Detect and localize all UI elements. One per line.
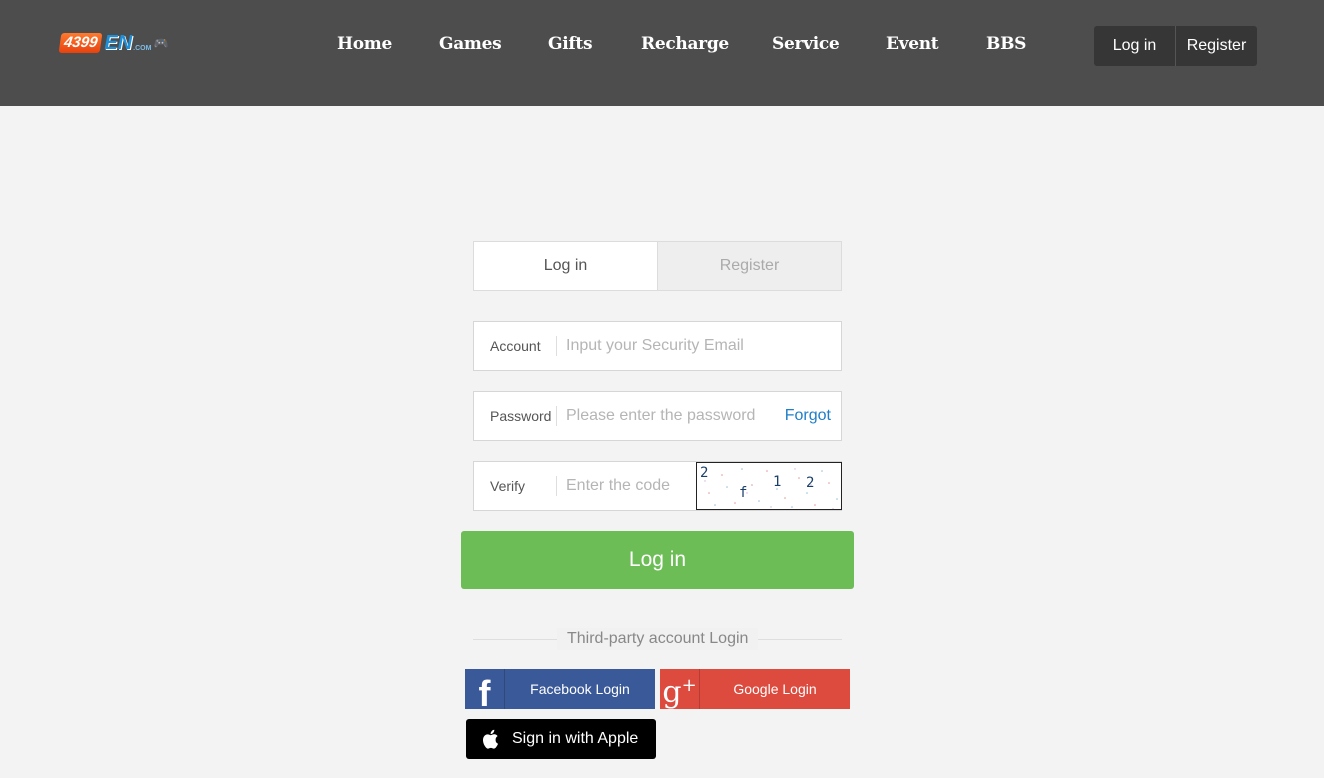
captcha-noise [704,468,838,509]
header-login-button[interactable]: Log in [1094,26,1175,66]
nav-games[interactable]: Games [439,34,502,54]
password-label: Password [490,408,552,424]
gamepad-icon: 🎮 [153,36,169,50]
google-login-label: Google Login [733,681,817,697]
google-login-button[interactable]: g+ Google Login [660,669,850,710]
logo-4399: 4399 [58,33,103,53]
third-party-title: Third-party account Login [557,628,759,650]
captcha-char: 2 [700,465,709,481]
captcha-image[interactable]: 2 f 1 2 [696,462,842,510]
third-party-divider: Third-party account Login [473,628,842,650]
nav-bbs[interactable]: BBS [986,34,1026,54]
forgot-password-link[interactable]: Forgot [785,392,831,440]
field-divider [556,406,557,426]
header-auth: Log in Register [1094,26,1257,66]
nav-gifts[interactable]: Gifts [548,34,593,54]
facebook-icon: f [465,669,505,714]
apple-icon [483,729,498,749]
google-plus-icon: g+ [660,669,700,710]
header-register-button[interactable]: Register [1175,26,1257,66]
verify-code-input[interactable] [566,471,691,501]
account-input[interactable] [566,331,836,361]
field-divider [556,336,557,356]
apple-signin-button[interactable]: Sign in with Apple [466,719,656,759]
logo-en: EN [104,32,133,54]
account-label: Account [490,338,541,354]
password-input[interactable] [566,401,766,431]
login-submit-button[interactable]: Log in [461,531,854,589]
nav-home[interactable]: Home [337,34,392,54]
account-field: Account [473,321,842,371]
apple-signin-label: Sign in with Apple [512,730,639,747]
facebook-login-button[interactable]: f Facebook Login [465,669,655,714]
captcha-char: 2 [806,475,815,491]
nav-recharge[interactable]: Recharge [641,34,729,54]
verify-label: Verify [490,478,526,494]
field-divider [556,476,557,496]
nav-event[interactable]: Event [886,34,939,54]
captcha-char: f [739,485,748,501]
nav-service[interactable]: Service [772,34,840,54]
facebook-login-label: Facebook Login [530,681,630,697]
site-header: 4399 EN .COM 🎮 Home Games Gifts Recharge… [0,0,1324,106]
logo-com: .COM [133,45,152,52]
tab-login[interactable]: Log in [474,242,657,290]
captcha-char: 1 [773,474,782,490]
tab-register[interactable]: Register [657,242,841,290]
auth-tabs: Log in Register [473,241,842,291]
password-field: Password Forgot [473,391,842,441]
verify-field: Verify 2 f 1 2 [473,461,842,511]
site-logo[interactable]: 4399 EN .COM 🎮 [58,32,169,54]
